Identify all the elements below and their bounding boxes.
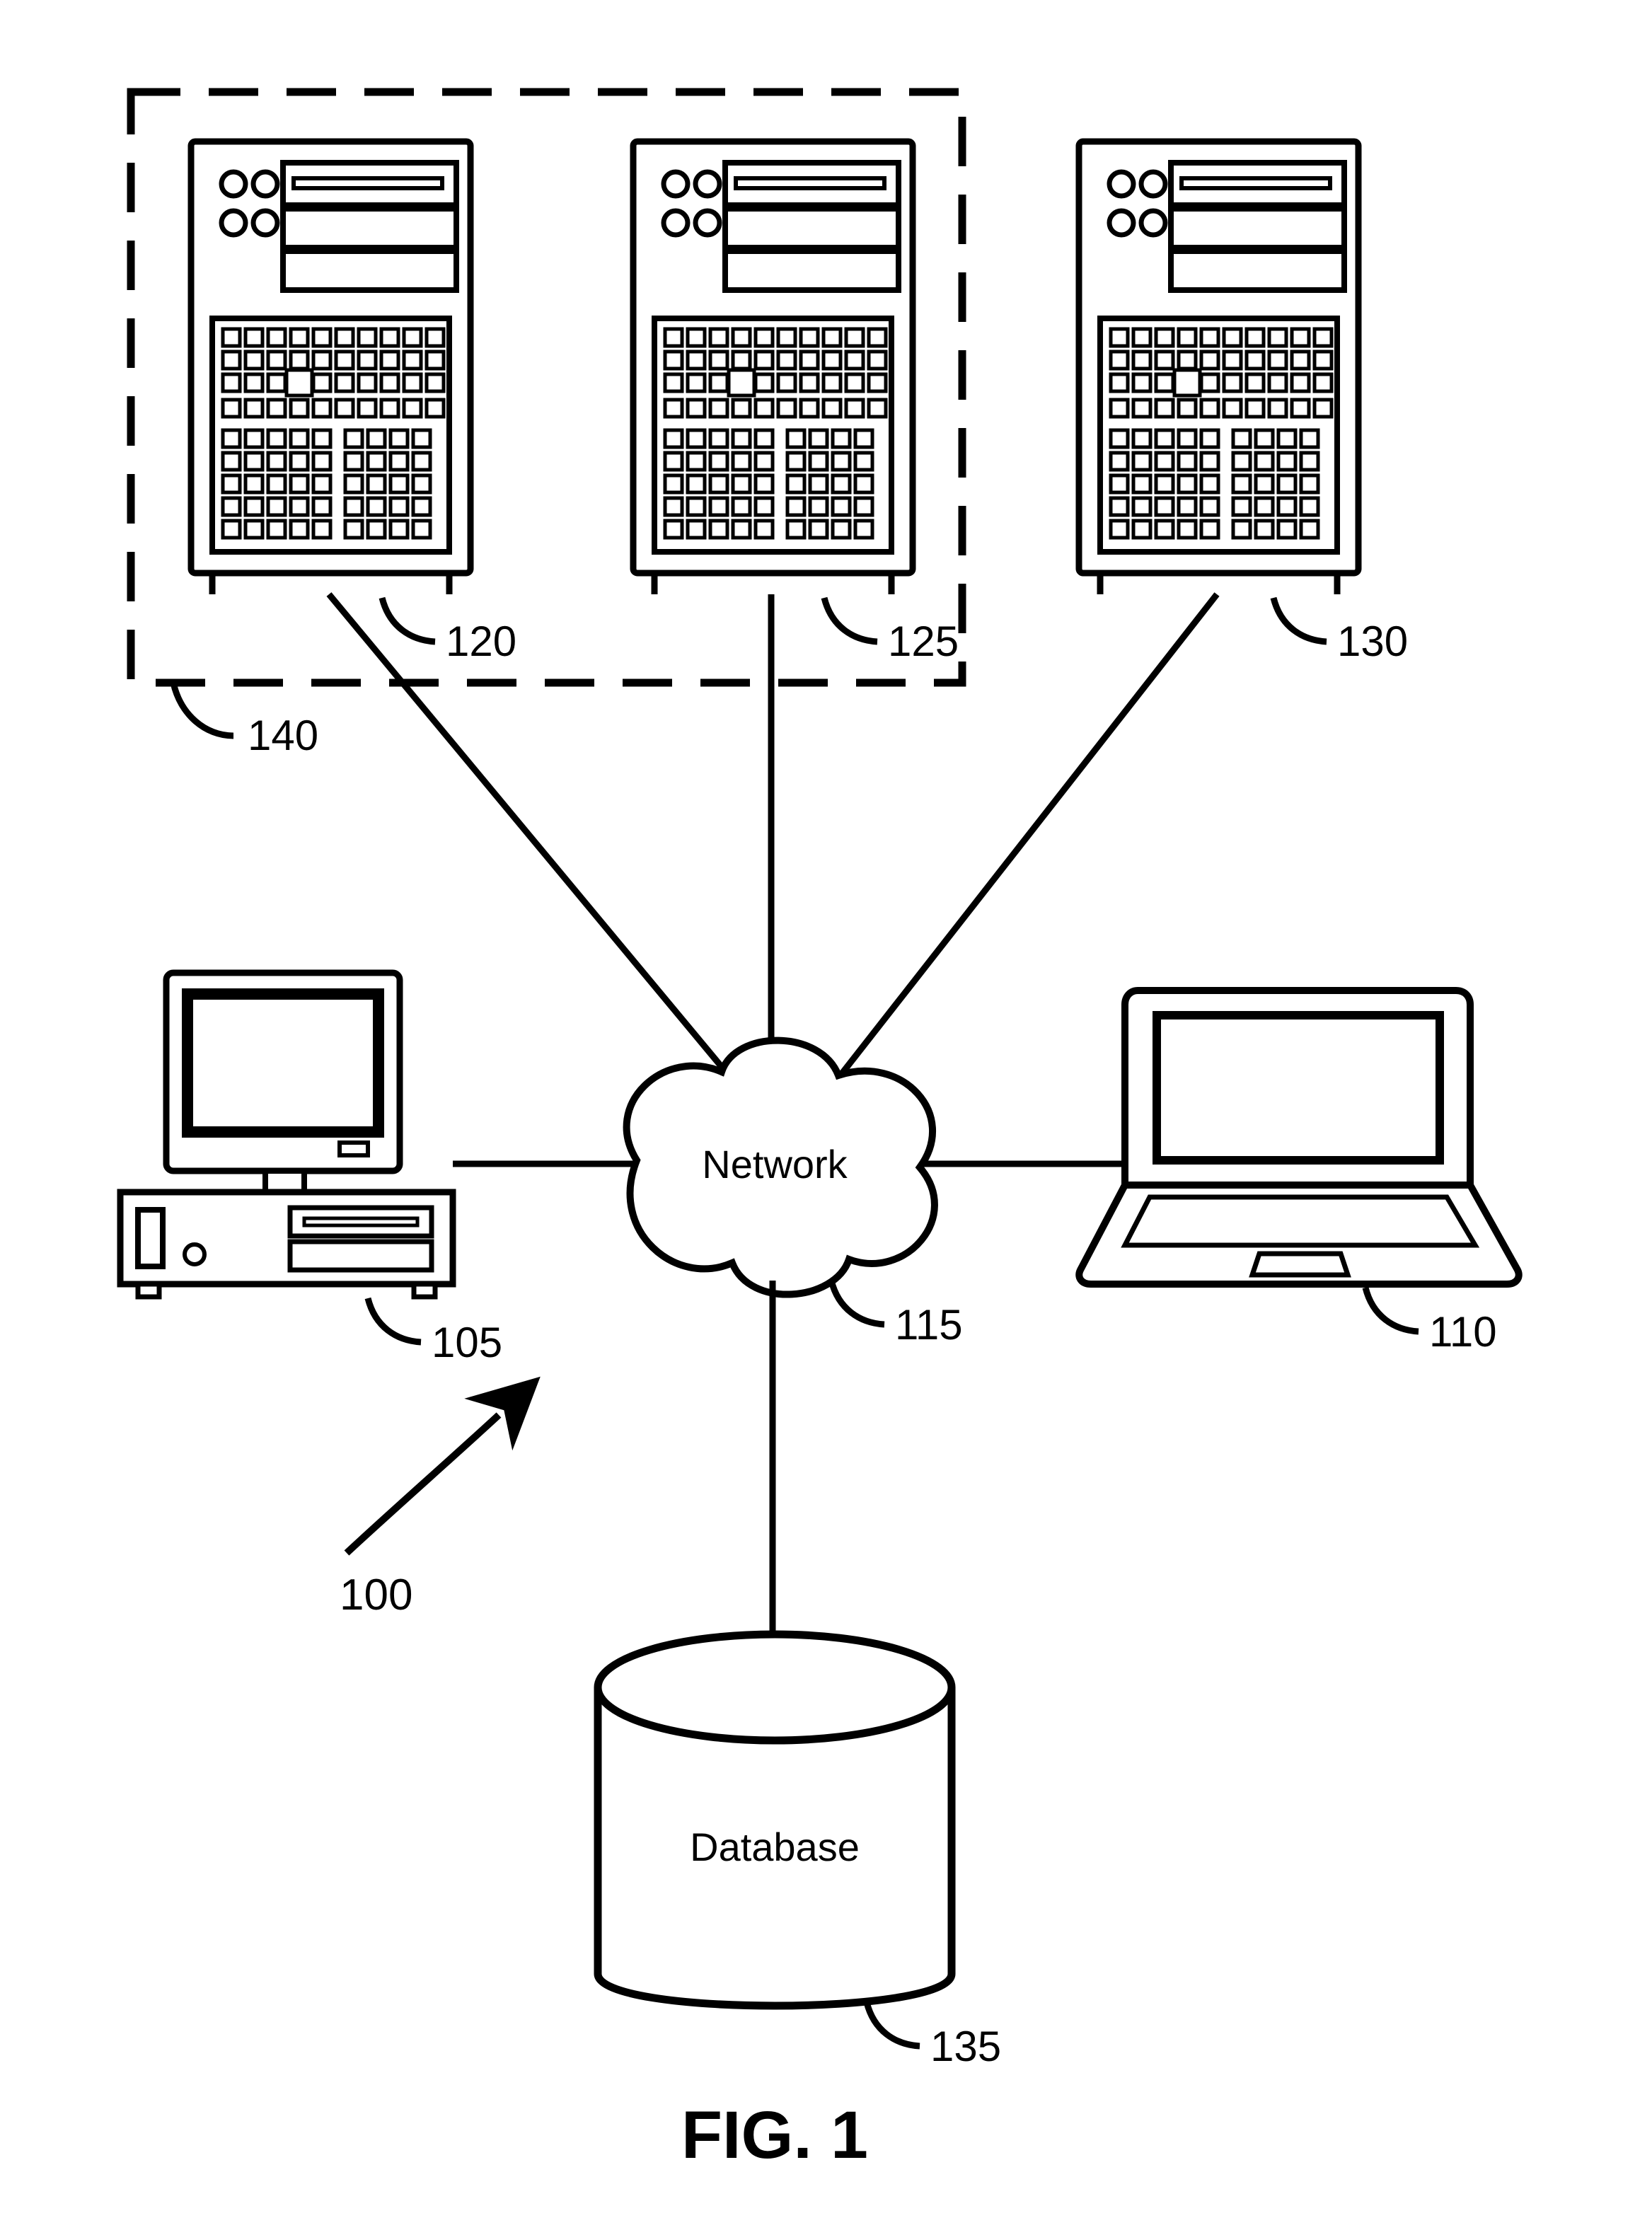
server-right-ref: 130 — [1337, 618, 1408, 665]
server-group-leader — [173, 683, 233, 736]
laptop-ref: 110 — [1429, 1308, 1497, 1356]
server-left-leader — [382, 598, 435, 642]
server-mid — [633, 141, 913, 594]
network-label: Network — [702, 1142, 848, 1186]
database-ref: 135 — [930, 2023, 1001, 2070]
desktop-computer — [120, 973, 453, 1297]
system-ref: 100 — [340, 1571, 412, 1619]
server-right — [1079, 141, 1358, 594]
system-ref-arrow — [347, 1415, 499, 1553]
server-group-ref: 140 — [248, 712, 318, 759]
figure-caption: FIG. 1 — [681, 2098, 868, 2173]
network-leader — [831, 1281, 884, 1324]
server-mid-leader — [824, 598, 877, 642]
database-cylinder — [598, 1634, 952, 2006]
server-right-leader — [1273, 598, 1327, 642]
database-leader — [867, 2002, 920, 2046]
diagram-root: 140 — [120, 92, 1519, 2173]
database-label: Database — [690, 1825, 860, 1869]
laptop-leader — [1365, 1288, 1419, 1332]
network-ref: 115 — [895, 1301, 963, 1348]
desktop-ref: 105 — [432, 1319, 502, 1366]
server-left-ref: 120 — [446, 618, 516, 665]
server-left — [191, 141, 470, 594]
laptop-computer — [1079, 990, 1518, 1284]
desktop-leader — [368, 1298, 421, 1342]
server-mid-ref: 125 — [888, 618, 959, 665]
